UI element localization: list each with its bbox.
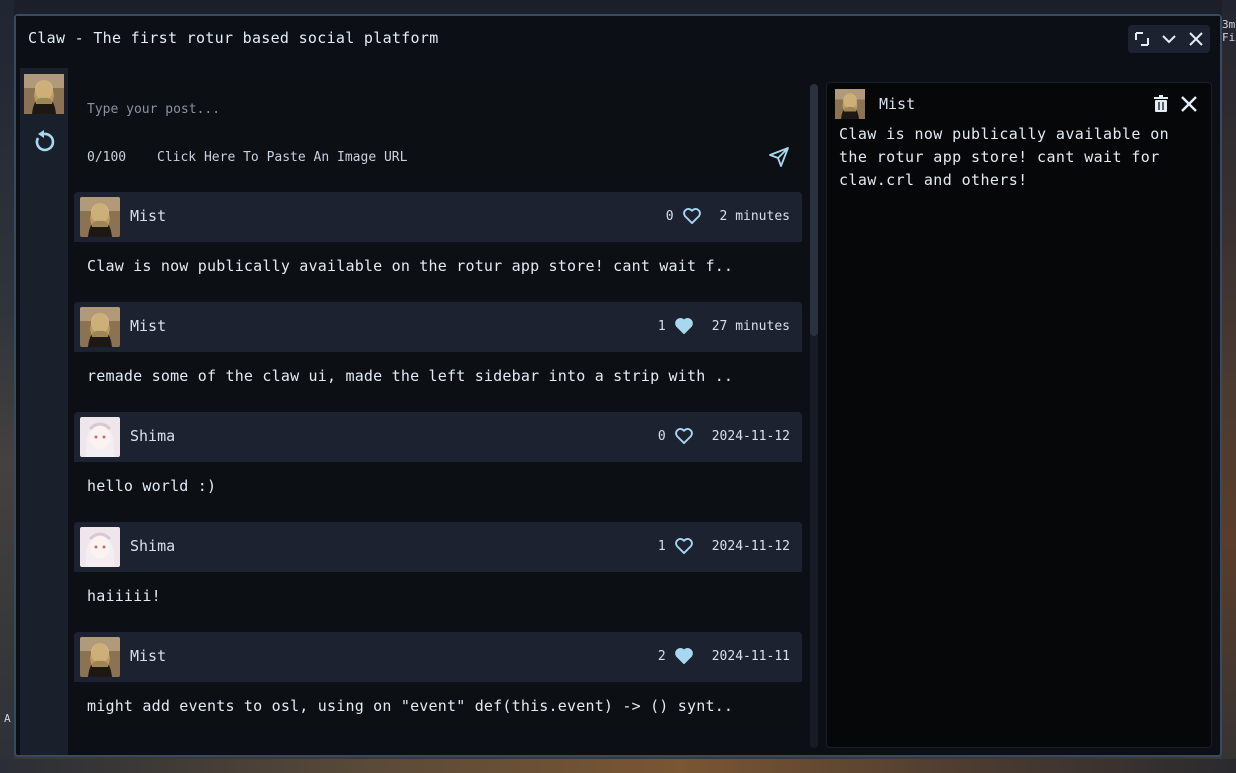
post-meta: 0 2024-11-12 (658, 427, 790, 445)
close-icon[interactable] (1187, 30, 1205, 48)
heart-icon[interactable] (674, 647, 694, 665)
post-body: hello world :) (74, 462, 802, 512)
post-body: haiiiii! (74, 572, 802, 622)
desktop-edge-text: 3m Fi (1222, 18, 1236, 44)
avatar[interactable] (80, 527, 120, 567)
avatar[interactable] (80, 307, 120, 347)
like-count: 1 (657, 318, 666, 334)
like-count: 0 (657, 428, 666, 444)
avatar[interactable] (80, 197, 120, 237)
post-card[interactable]: Mist 0 2 minutes Claw is now publically ava… (74, 192, 802, 292)
post-author[interactable]: Shima (130, 537, 175, 555)
paste-image-url-button[interactable]: Click Here To Paste An Image URL (157, 150, 407, 165)
desktop-background-bottom (0, 759, 1236, 773)
post-header: Shima 0 2024-11-12 (74, 412, 802, 462)
post-text: remade some of the claw ui, made the lef… (87, 367, 734, 385)
post-header: Shima 1 2024-11-12 (74, 522, 802, 572)
heart-icon[interactable] (682, 207, 702, 225)
post-author[interactable]: Mist (130, 207, 166, 225)
window-title: Claw - The first rotur based social plat… (28, 29, 439, 47)
post-text: Claw is now publically available on the … (87, 257, 734, 275)
close-detail-icon[interactable] (1179, 94, 1199, 114)
refresh-icon[interactable] (30, 128, 58, 156)
minimize-chevron-icon[interactable] (1160, 30, 1178, 48)
heart-icon[interactable] (674, 537, 694, 555)
post-timestamp: 27 minutes (711, 318, 790, 334)
post-body: might add events to osl, using on "event… (74, 682, 802, 732)
like-count: 0 (665, 208, 674, 224)
post-header: Mist 1 27 minutes (74, 302, 802, 352)
avatar[interactable] (80, 637, 120, 677)
char-counter: 0/100 (87, 150, 127, 165)
detail-post-text: Claw is now publically available on the … (839, 125, 1170, 189)
post-card[interactable]: Shima 0 2024-11-12 hello world :) (74, 412, 802, 512)
maximize-icon[interactable] (1133, 30, 1151, 48)
left-sidebar-strip (20, 68, 68, 755)
desktop-background-left (0, 0, 14, 773)
post-meta: 0 2 minutes (666, 207, 790, 225)
claw-window: Claw - The first rotur based social plat… (14, 14, 1222, 757)
post-author[interactable]: Mist (130, 647, 166, 665)
scrollbar-thumb[interactable] (810, 84, 818, 336)
like-count: 1 (657, 538, 666, 554)
feed-scrollbar[interactable] (810, 84, 818, 748)
detail-author[interactable]: Mist (879, 95, 915, 113)
post-timestamp: 2024-11-11 (711, 648, 790, 664)
post-detail-panel: Mist Claw is now publically available on… (826, 82, 1212, 748)
window-controls (1128, 25, 1210, 53)
post-timestamp: 2 minutes (719, 208, 790, 224)
send-icon[interactable] (768, 146, 790, 168)
post-text: hello world :) (87, 477, 217, 495)
post-author[interactable]: Shima (130, 427, 175, 445)
post-composer: Type your post... 0/100 Click Here To Pa… (74, 82, 802, 182)
post-feed: Type your post... 0/100 Click Here To Pa… (74, 82, 802, 755)
post-header: Mist 0 2 minutes (74, 192, 802, 242)
post-meta: 2 2024-11-11 (658, 647, 790, 665)
post-body: Claw is now publically available on the … (74, 242, 802, 292)
post-card[interactable]: Mist 1 27 minutes remade some of the claw u… (74, 302, 802, 402)
post-timestamp: 2024-11-12 (711, 538, 790, 554)
post-body: remade some of the claw ui, made the lef… (74, 352, 802, 402)
desktop-background-right (1222, 0, 1236, 773)
user-avatar[interactable] (24, 74, 64, 114)
heart-icon[interactable] (674, 427, 694, 445)
post-meta: 1 27 minutes (658, 317, 790, 335)
like-count: 2 (657, 648, 666, 664)
detail-avatar (835, 89, 865, 119)
post-card[interactable]: Shima 1 2024-11-12 haiiiii! (74, 522, 802, 622)
heart-icon[interactable] (674, 317, 694, 335)
post-timestamp: 2024-11-12 (711, 428, 790, 444)
post-author[interactable]: Mist (130, 317, 166, 335)
desktop-edge-text-left: A (4, 712, 11, 725)
avatar[interactable] (80, 417, 120, 457)
trash-icon[interactable] (1153, 95, 1169, 113)
titlebar[interactable]: Claw - The first rotur based social plat… (16, 16, 1220, 62)
post-text: might add events to osl, using on "event… (87, 697, 734, 715)
post-card[interactable]: Mist 2 2024-11-11 might add events to osl, … (74, 632, 802, 732)
post-header: Mist 2 2024-11-11 (74, 632, 802, 682)
post-input[interactable]: Type your post... (87, 102, 220, 117)
post-text: haiiiii! (87, 587, 161, 605)
post-meta: 1 2024-11-12 (658, 537, 790, 555)
